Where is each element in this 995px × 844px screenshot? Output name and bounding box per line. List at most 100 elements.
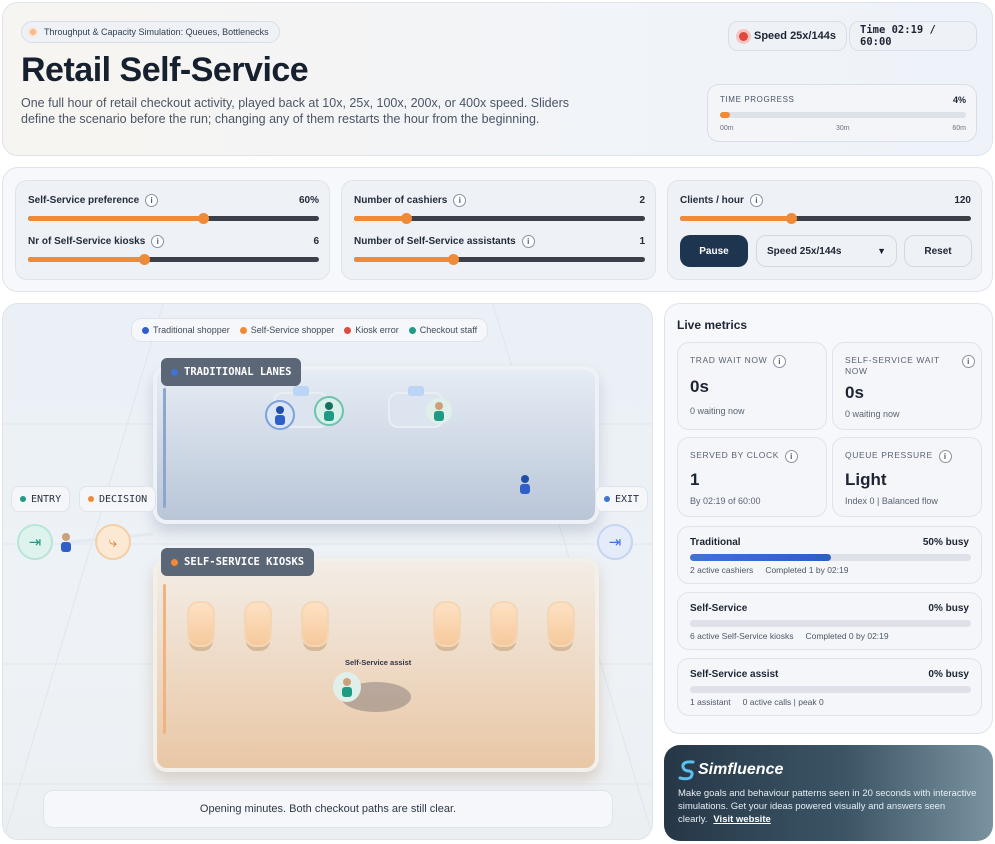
assistants-text: Number of Self-Service assistants — [354, 236, 516, 247]
metric-label: SERVED BY CLOCK i — [690, 450, 798, 463]
speed-chip-text: Speed 25x/144s — [754, 30, 836, 42]
assistants-label: Number of Self-Service assistants i — [354, 235, 535, 248]
brand-text: Make goals and behaviour patterns seen i… — [678, 787, 978, 826]
kiosk-5 — [490, 601, 518, 647]
staff-icon — [342, 678, 352, 697]
slider-thumb[interactable] — [785, 213, 797, 224]
util-sub: 1 assistant 0 active calls | peak 0 — [690, 697, 824, 707]
pressure-sub: Index 0 | Balanced flow — [845, 496, 938, 506]
pause-button[interactable]: Pause — [680, 235, 748, 267]
assistants-slider[interactable] — [354, 254, 645, 265]
legend-text: Traditional shopper — [153, 325, 230, 335]
utilization-assist: Self-Service assist 0% busy 1 assistant 0… — [677, 658, 982, 716]
time-progress-value: 4% — [952, 95, 966, 105]
metric-served: SERVED BY CLOCK i 1 By 02:19 of 60:00 — [677, 437, 827, 517]
metric-queue-pressure: QUEUE PRESSURE i Light Index 0 | Balanced… — [832, 437, 982, 517]
kiosks-slider[interactable] — [28, 254, 319, 265]
header-panel: Throughput & Capacity Simulation: Queues… — [2, 2, 993, 156]
metric-label: TRAD WAIT NOW i — [690, 355, 787, 368]
legend-item-kiosk-error: Kiosk error — [344, 325, 399, 335]
cashiers-label: Number of cashiers i — [354, 194, 467, 207]
staff-icon — [434, 402, 444, 421]
cashiers-slider[interactable] — [354, 213, 645, 224]
util-track — [690, 620, 971, 627]
traditional-shopper-icon — [61, 533, 71, 552]
info-icon[interactable]: i — [773, 355, 787, 368]
kiosk-4 — [433, 601, 461, 647]
utilization-self-service: Self-Service 0% busy 6 active Self-Servi… — [677, 592, 982, 650]
lane-marker — [163, 584, 166, 734]
info-icon[interactable]: i — [962, 355, 975, 368]
slider-thumb[interactable] — [197, 213, 209, 224]
self-service-pref-value: 60% — [298, 195, 319, 206]
kiosk-6 — [547, 601, 575, 647]
exit-text: EXIT — [615, 493, 640, 505]
clients-slider[interactable] — [680, 213, 971, 224]
self-service-pref-slider[interactable] — [28, 213, 319, 224]
info-icon[interactable]: i — [749, 194, 763, 207]
assist-label: Self-Service assist — [345, 658, 412, 667]
staff-icon — [324, 402, 334, 421]
decision-label: DECISION — [79, 486, 157, 512]
kiosk-2 — [244, 601, 272, 647]
info-icon[interactable]: i — [521, 235, 535, 248]
time-chip: Time 02:19 / 60:00 — [849, 21, 977, 51]
speed-select-value: Speed 25x/144s — [767, 245, 842, 257]
speed-select[interactable]: Speed 25x/144s ▼ — [756, 235, 897, 267]
info-icon[interactable]: i — [151, 235, 165, 248]
served-sub: By 02:19 of 60:00 — [690, 496, 761, 506]
slider-thumb[interactable] — [139, 254, 151, 265]
control-group-staff: Number of cashiers i 2 Number of Self-Se… — [341, 180, 656, 280]
info-icon[interactable]: i — [938, 450, 952, 463]
time-progress-card: TIME PROGRESS 4% 00m 30m 60m — [707, 84, 977, 142]
zone-dot-icon — [171, 368, 178, 376]
kiosk-1 — [187, 601, 215, 647]
cashiers-value: 2 — [639, 195, 645, 206]
util-sub: 2 active cashiers Completed 1 by 02:19 — [690, 565, 848, 575]
reset-button[interactable]: Reset — [904, 235, 972, 267]
legend-item-self-service: Self-Service shopper — [239, 325, 334, 335]
ss-wait-sub: 0 waiting now — [845, 409, 900, 419]
exit-label: EXIT — [595, 486, 649, 512]
slider-fill — [28, 216, 203, 221]
util-value: 0% busy — [928, 669, 969, 680]
served-label: SERVED BY CLOCK — [690, 450, 779, 460]
served-value: 1 — [690, 470, 700, 489]
slider-fill — [28, 257, 145, 262]
util-name: Traditional — [690, 537, 741, 548]
simfluence-logo-icon — [678, 760, 695, 781]
slider-fill — [680, 216, 791, 221]
time-progress-fill — [720, 112, 730, 118]
traditional-shopper — [265, 400, 295, 430]
controls-panel: Self-Service preference i 60% Nr of Self… — [2, 167, 993, 292]
walking-shopper — [514, 473, 536, 495]
assistant-staff — [333, 672, 361, 702]
visit-website-link[interactable]: Visit website — [713, 814, 770, 825]
entry-label: ENTRY — [11, 486, 71, 512]
speed-chip: Speed 25x/144s — [728, 21, 847, 51]
clients-value: 120 — [954, 195, 971, 206]
self-service-pref-label: Self-Service preference i — [28, 194, 159, 207]
slider-thumb[interactable] — [401, 213, 413, 224]
recording-dot-icon — [739, 31, 748, 41]
metrics-title: Live metrics — [677, 318, 748, 332]
traditional-lanes-label: TRADITIONAL LANES — [161, 358, 302, 386]
info-icon[interactable]: i — [145, 194, 159, 207]
trad-wait-sub: 0 waiting now — [690, 406, 745, 416]
utilization-traditional: Traditional 50% busy 2 active cashiers Co… — [677, 526, 982, 584]
entry-node-icon: ⇥ — [17, 524, 53, 560]
decision-text: DECISION — [99, 493, 148, 505]
util-sub-1: 2 active cashiers — [690, 565, 754, 575]
traditional-shopper-icon — [275, 406, 285, 425]
cashier-staff-2 — [426, 398, 452, 424]
pressure-value: Light — [845, 470, 887, 489]
info-icon[interactable]: i — [453, 194, 467, 207]
util-value: 50% busy — [922, 537, 969, 548]
slider-thumb[interactable] — [447, 254, 459, 265]
node-dot-icon — [88, 496, 94, 502]
kiosk-3 — [301, 601, 329, 647]
page-description: One full hour of retail checkout activit… — [21, 96, 569, 126]
util-sub-2: Completed 0 by 02:19 — [805, 631, 889, 641]
util-fill — [690, 554, 831, 561]
info-icon[interactable]: i — [785, 450, 798, 463]
